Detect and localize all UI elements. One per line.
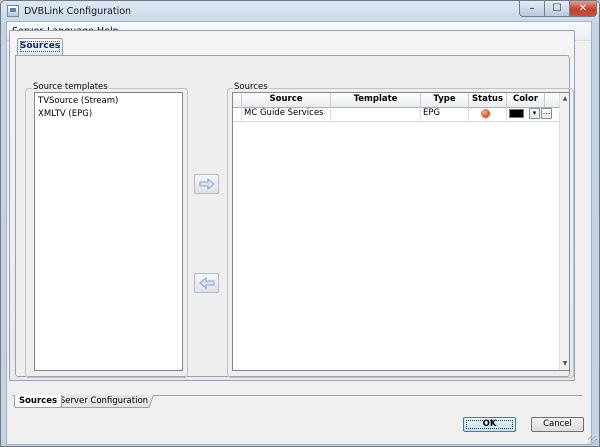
minimize-button[interactable]: – [519, 1, 545, 17]
close-button[interactable]: ✕ [570, 1, 597, 17]
ok-focus-rect [466, 420, 513, 429]
arrow-left-icon [199, 277, 215, 289]
column-header-type[interactable]: Type [421, 93, 469, 107]
arrow-right-icon [199, 178, 215, 190]
window-title: DVBLink Configuration [24, 6, 132, 17]
maximize-button[interactable]: ☐ [545, 1, 570, 17]
remove-source-button[interactable] [194, 273, 219, 293]
column-header-template[interactable]: Template [331, 93, 421, 107]
column-header-color[interactable]: Color [507, 93, 545, 107]
scroll-up-icon[interactable]: ▲ [561, 95, 569, 102]
row-header[interactable] [233, 107, 242, 121]
sources-grid[interactable]: Source Template Type Status Color MC Gui… [232, 92, 570, 371]
tab-server-configuration-label: Server Configuration [59, 396, 148, 406]
color-swatch[interactable] [509, 109, 524, 118]
status-indicator-icon [481, 109, 490, 118]
table-row[interactable]: MC Guide Services EPG ▾ ... [233, 107, 559, 122]
cell-status [469, 107, 507, 121]
grid-header: Source Template Type Status Color [233, 93, 559, 108]
row-header-corner [233, 93, 242, 107]
column-header-status[interactable]: Status [469, 93, 507, 107]
title-bar[interactable]: DVBLink Configuration – ☐ ✕ [1, 1, 599, 22]
add-source-button[interactable] [194, 174, 219, 194]
grid-vertical-scrollbar[interactable]: ▲ ▼ [559, 93, 569, 370]
cell-type[interactable]: EPG [421, 107, 469, 121]
column-header-source[interactable]: Source [242, 93, 331, 107]
color-dropdown-button[interactable]: ▾ [529, 108, 540, 119]
cell-color[interactable]: ▾ ... [507, 107, 559, 121]
scroll-down-icon[interactable]: ▼ [561, 360, 569, 367]
tab-sources[interactable]: Sources [14, 395, 62, 408]
app-icon[interactable] [7, 5, 19, 17]
cell-source[interactable]: MC Guide Services [242, 107, 331, 121]
source-templates-label: Source templates [32, 82, 109, 92]
cell-template[interactable] [331, 107, 421, 121]
tab-server-configuration[interactable]: Server Configuration [53, 395, 154, 408]
color-more-button[interactable]: ... [541, 108, 552, 119]
cancel-button[interactable]: Cancel [531, 417, 584, 432]
sources-group-label: Sources [233, 82, 269, 92]
tab-focus-rect [20, 41, 60, 52]
list-item[interactable]: XMLTV (EPG) [38, 109, 92, 119]
resize-grip[interactable] [588, 436, 597, 445]
list-item[interactable]: TVSource (Stream) [38, 96, 118, 106]
source-templates-list[interactable]: TVSource (Stream) XMLTV (EPG) [34, 92, 183, 371]
